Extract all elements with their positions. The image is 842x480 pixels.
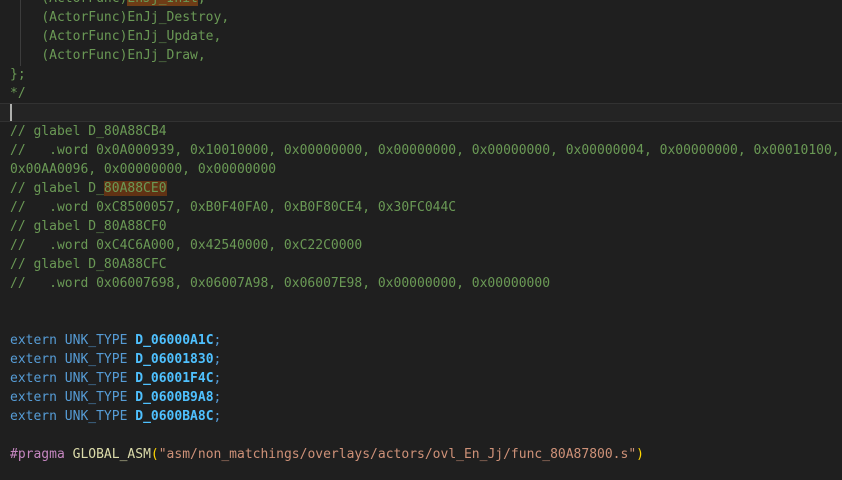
code-line[interactable]: extern UNK_TYPE D_0600BA8C; bbox=[0, 407, 842, 426]
code-token: UNK_TYPE bbox=[65, 352, 128, 367]
code-token: // glabel D_80A88CFC bbox=[10, 257, 167, 272]
code-token: GLOBAL_ASM bbox=[73, 447, 151, 462]
code-token bbox=[57, 352, 65, 367]
code-token: // glabel D_80A88CB4 bbox=[10, 124, 167, 139]
code-line[interactable] bbox=[0, 293, 842, 312]
code-line[interactable]: // glabel D_80A88CFC bbox=[0, 255, 842, 274]
code-line[interactable] bbox=[0, 426, 842, 445]
code-line[interactable]: // .word 0x06007698, 0x06007A98, 0x06007… bbox=[0, 274, 842, 293]
code-line[interactable]: // .word 0x0A000939, 0x10010000, 0x00000… bbox=[0, 141, 842, 179]
code-token bbox=[65, 447, 73, 462]
code-line[interactable]: extern UNK_TYPE D_06000A1C; bbox=[0, 331, 842, 350]
code-area: (ActorFunc)EnJj_Init, (ActorFunc)EnJj_De… bbox=[0, 0, 842, 480]
code-token: extern bbox=[10, 409, 57, 424]
code-line[interactable]: }; bbox=[0, 65, 842, 84]
code-token: D_0600B9A8 bbox=[135, 390, 213, 405]
code-token: ; bbox=[214, 333, 222, 348]
code-line[interactable] bbox=[0, 312, 842, 331]
code-line[interactable]: extern UNK_TYPE D_0600B9A8; bbox=[0, 388, 842, 407]
code-token: , bbox=[198, 0, 206, 6]
code-token: // glabel D_80A88CF0 bbox=[10, 219, 167, 234]
code-token: D_06000A1C bbox=[135, 333, 213, 348]
code-token: (ActorFunc)EnJj_Destroy, bbox=[10, 10, 229, 25]
code-token: // glabel D_ bbox=[10, 181, 104, 196]
code-token: ; bbox=[214, 409, 222, 424]
code-token: extern bbox=[10, 352, 57, 367]
code-line[interactable]: // .word 0xC4C6A000, 0x42540000, 0xC22C0… bbox=[0, 236, 842, 255]
text-cursor bbox=[10, 104, 12, 121]
code-token: // .word 0x0A000939, 0x10010000, 0x00000… bbox=[10, 143, 842, 177]
code-token: ( bbox=[151, 447, 159, 462]
code-line-current[interactable] bbox=[0, 103, 842, 122]
code-token: UNK_TYPE bbox=[65, 390, 128, 405]
code-token: "asm/non_matchings/overlays/actors/ovl_E… bbox=[159, 447, 636, 462]
code-token: ; bbox=[214, 390, 222, 405]
code-token bbox=[57, 333, 65, 348]
code-line[interactable]: // glabel D_80A88CE0 bbox=[0, 179, 842, 198]
code-line[interactable] bbox=[0, 464, 842, 480]
find-match-highlight: EnJj_Init bbox=[127, 0, 197, 6]
code-token: UNK_TYPE bbox=[65, 371, 128, 386]
code-token: D_06001830 bbox=[135, 352, 213, 367]
code-line[interactable]: // glabel D_80A88CF0 bbox=[0, 217, 842, 236]
code-line[interactable]: */ bbox=[0, 84, 842, 103]
code-token: */ bbox=[10, 86, 26, 101]
code-token bbox=[57, 390, 65, 405]
code-line[interactable]: // .word 0xC8500057, 0xB0F40FA0, 0xB0F80… bbox=[0, 198, 842, 217]
code-token: // .word 0xC8500057, 0xB0F40FA0, 0xB0F80… bbox=[10, 200, 456, 215]
code-token: D_06001F4C bbox=[135, 371, 213, 386]
code-editor[interactable]: (ActorFunc)EnJj_Init, (ActorFunc)EnJj_De… bbox=[0, 0, 842, 480]
code-line[interactable]: // glabel D_80A88CB4 bbox=[0, 122, 842, 141]
indent-guide bbox=[20, 0, 21, 66]
code-line[interactable]: extern UNK_TYPE D_06001F4C; bbox=[0, 369, 842, 388]
find-match-highlight: 80A88CE0 bbox=[104, 181, 167, 196]
code-token: // .word 0xC4C6A000, 0x42540000, 0xC22C0… bbox=[10, 238, 362, 253]
code-line[interactable]: (ActorFunc)EnJj_Draw, bbox=[0, 46, 842, 65]
code-token: ; bbox=[214, 352, 222, 367]
code-token: extern bbox=[10, 371, 57, 386]
code-token bbox=[57, 371, 65, 386]
code-line[interactable]: extern UNK_TYPE D_06001830; bbox=[0, 350, 842, 369]
code-token: D_0600BA8C bbox=[135, 409, 213, 424]
code-token: UNK_TYPE bbox=[65, 333, 128, 348]
code-token: (ActorFunc) bbox=[10, 0, 127, 6]
code-token: extern bbox=[10, 390, 57, 405]
code-line[interactable]: (ActorFunc)EnJj_Destroy, bbox=[0, 8, 842, 27]
code-token: ) bbox=[636, 447, 644, 462]
code-token: extern bbox=[10, 333, 57, 348]
code-token: UNK_TYPE bbox=[65, 409, 128, 424]
code-line[interactable]: (ActorFunc)EnJj_Init, bbox=[0, 0, 842, 8]
code-token: (ActorFunc)EnJj_Draw, bbox=[10, 48, 206, 63]
code-line[interactable]: #pragma GLOBAL_ASM("asm/non_matchings/ov… bbox=[0, 445, 842, 464]
code-token bbox=[57, 409, 65, 424]
code-token: ; bbox=[214, 371, 222, 386]
code-token: }; bbox=[10, 67, 26, 82]
code-token: (ActorFunc)EnJj_Update, bbox=[10, 29, 221, 44]
code-token: #pragma bbox=[10, 447, 65, 462]
code-line[interactable]: (ActorFunc)EnJj_Update, bbox=[0, 27, 842, 46]
code-token: // .word 0x06007698, 0x06007A98, 0x06007… bbox=[10, 276, 550, 291]
